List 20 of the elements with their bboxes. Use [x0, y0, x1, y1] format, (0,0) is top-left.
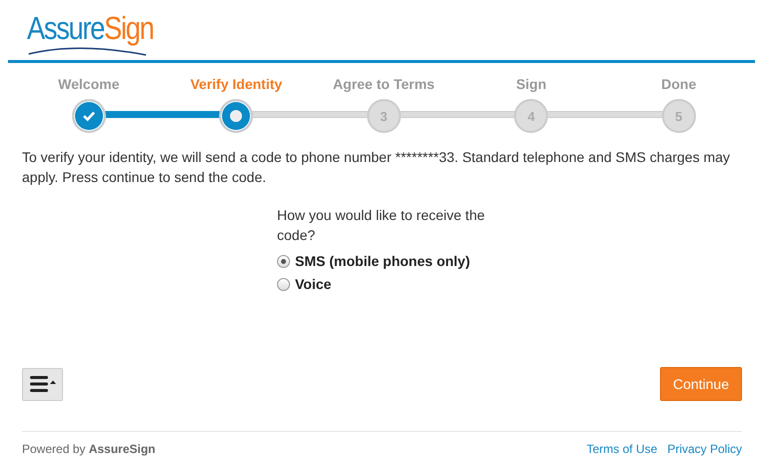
step-label: Agree to Terms — [332, 76, 435, 94]
radio-button[interactable] — [277, 278, 290, 290]
step-label: Welcome — [58, 76, 120, 94]
logo: AssureSign — [27, 8, 154, 56]
check-icon — [82, 110, 96, 122]
footer-link[interactable]: Privacy Policy — [667, 442, 742, 456]
step-label: Done — [661, 76, 696, 94]
instruction-text: To verify your identity, we will send a code to phone number ********33. Standard telephone and SMS charges may apply. Press continue to send the code. — [22, 148, 731, 187]
continue-button[interactable]: Continue — [660, 367, 742, 401]
question-text: How you would like to receive the code? — [277, 206, 486, 245]
step-label: Verify Identity — [190, 76, 282, 94]
radio-label[interactable]: Voice — [295, 276, 332, 292]
current-step-dot — [230, 110, 242, 122]
radio-button[interactable] — [277, 254, 290, 268]
menu-icon — [30, 375, 56, 393]
radio-label[interactable]: SMS (mobile phones only) — [295, 253, 470, 269]
menu-button[interactable] — [22, 368, 63, 400]
step-label: Sign — [516, 76, 546, 94]
footer-link[interactable]: Terms of Use — [586, 442, 658, 456]
powered-by-text: Powered by AssureSign — [22, 442, 156, 456]
